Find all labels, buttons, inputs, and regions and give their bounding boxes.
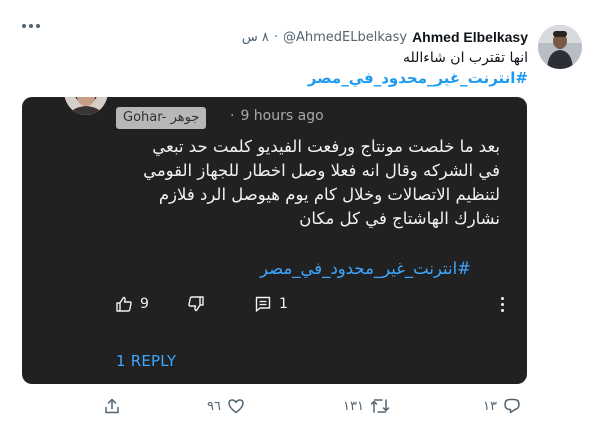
reply-count: ١٣ (483, 398, 497, 414)
reply-button[interactable]: ١٣ (483, 397, 521, 415)
tweet: ٨ س · @AhmedELbelkasy Ahmed Elbelkasy ان… (0, 0, 594, 431)
author-handle[interactable]: @AhmedELbelkasy (283, 30, 407, 45)
retweet-button[interactable]: ١٣١ (343, 397, 390, 415)
reply-icon (504, 398, 520, 414)
replies-action: 1 (254, 295, 288, 313)
avatar[interactable] (538, 25, 582, 69)
tweet-header: ٨ س · @AhmedELbelkasy Ahmed Elbelkasy (242, 28, 528, 46)
comment-hashtag: #انترنت_غير_محدود_في_مصر (260, 259, 471, 278)
channel-avatar (64, 97, 108, 115)
like-action: 9 (115, 295, 149, 313)
like-button[interactable]: ٩٦ (207, 397, 245, 415)
comment-line: لتنظيم الاتصالات وخلال كام يوم هيوصل الر… (158, 185, 500, 204)
comment-icon (255, 296, 271, 312)
comment-text: بعد ما خلصت مونتاج ورفعت الفيديو كلمت حد… (80, 135, 500, 231)
thumbs-up-icon (116, 296, 132, 312)
separator-dot: · (273, 29, 278, 45)
share-icon (105, 398, 119, 414)
channel-name-chip: Gohar- جوهر (116, 107, 207, 129)
tweet-time[interactable]: ٨ س (242, 30, 269, 45)
heart-icon (228, 399, 244, 414)
kebab-menu-icon (501, 297, 504, 312)
share-button[interactable] (103, 397, 121, 415)
like-count: 9 (140, 296, 149, 312)
comment-time: · 9 hours ago (230, 108, 324, 124)
reply-count: 1 (279, 296, 288, 312)
tweet-media-image[interactable]: Gohar- جوهر · 9 hours ago بعد ما خلصت مون… (22, 97, 527, 384)
channel-avatar-image (64, 97, 108, 115)
tweet-hashtag-link[interactable]: #انترنت_غير_محدود_في_مصر (308, 68, 528, 88)
thumbs-down-icon (188, 296, 204, 312)
more-options-icon[interactable] (22, 24, 40, 28)
comment-line: في الشركه وقال انه فعلا وصل اخطار للجهاز… (143, 161, 500, 180)
comment-time-text: 9 hours ago (240, 108, 324, 124)
comment-line: بعد ما خلصت مونتاج ورفعت الفيديو كلمت حد… (152, 137, 500, 156)
like-count: ٩٦ (207, 398, 221, 414)
retweet-icon (370, 399, 390, 413)
retweet-count: ١٣١ (343, 398, 364, 414)
author-name[interactable]: Ahmed Elbelkasy (412, 29, 528, 45)
comment-line: نشارك الهاشتاج في كل مكان (299, 209, 500, 228)
tweet-text: انها تقترب ان شاءالله (402, 50, 528, 66)
dislike-action (187, 295, 205, 313)
view-replies-link: 1 REPLY (116, 352, 177, 370)
separator-dot: · (230, 108, 235, 124)
avatar-image (538, 25, 582, 69)
